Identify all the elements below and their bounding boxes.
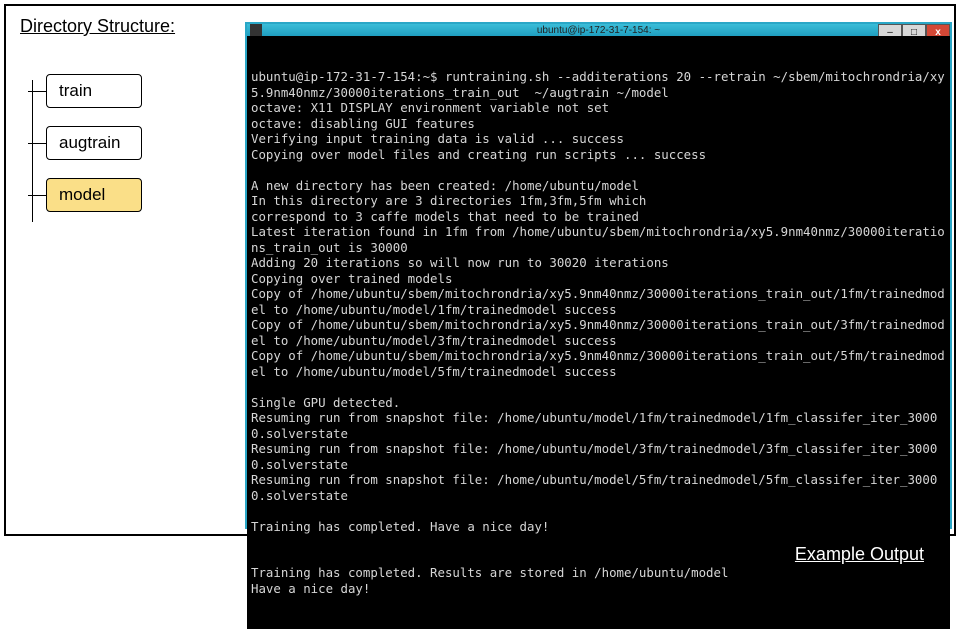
- window-titlebar[interactable]: ubuntu@ip-172-31-7-154: ~ – □ x: [247, 24, 950, 36]
- document-frame: Directory Structure: train augtrain mode…: [4, 4, 956, 536]
- tree-connector: [28, 195, 46, 196]
- tree-node-label: model: [46, 178, 142, 212]
- tree-connector: [28, 143, 46, 144]
- terminal-output[interactable]: ubuntu@ip-172-31-7-154:~$ runtraining.sh…: [247, 36, 950, 629]
- tree-node-label: augtrain: [46, 126, 142, 160]
- window-title: ubuntu@ip-172-31-7-154: ~: [247, 25, 950, 36]
- tree-item-augtrain[interactable]: augtrain: [28, 126, 142, 160]
- directory-tree: train augtrain model: [28, 74, 142, 230]
- directory-structure-heading: Directory Structure:: [20, 16, 175, 37]
- tree-connector: [28, 91, 46, 92]
- example-output-label: Example Output: [795, 547, 924, 563]
- tree-item-train[interactable]: train: [28, 74, 142, 108]
- terminal-window: ubuntu@ip-172-31-7-154: ~ – □ x ubuntu@i…: [245, 22, 952, 529]
- tree-node-label: train: [46, 74, 142, 108]
- terminal-text: ubuntu@ip-172-31-7-154:~$ runtraining.sh…: [251, 69, 946, 596]
- tree-item-model[interactable]: model: [28, 178, 142, 212]
